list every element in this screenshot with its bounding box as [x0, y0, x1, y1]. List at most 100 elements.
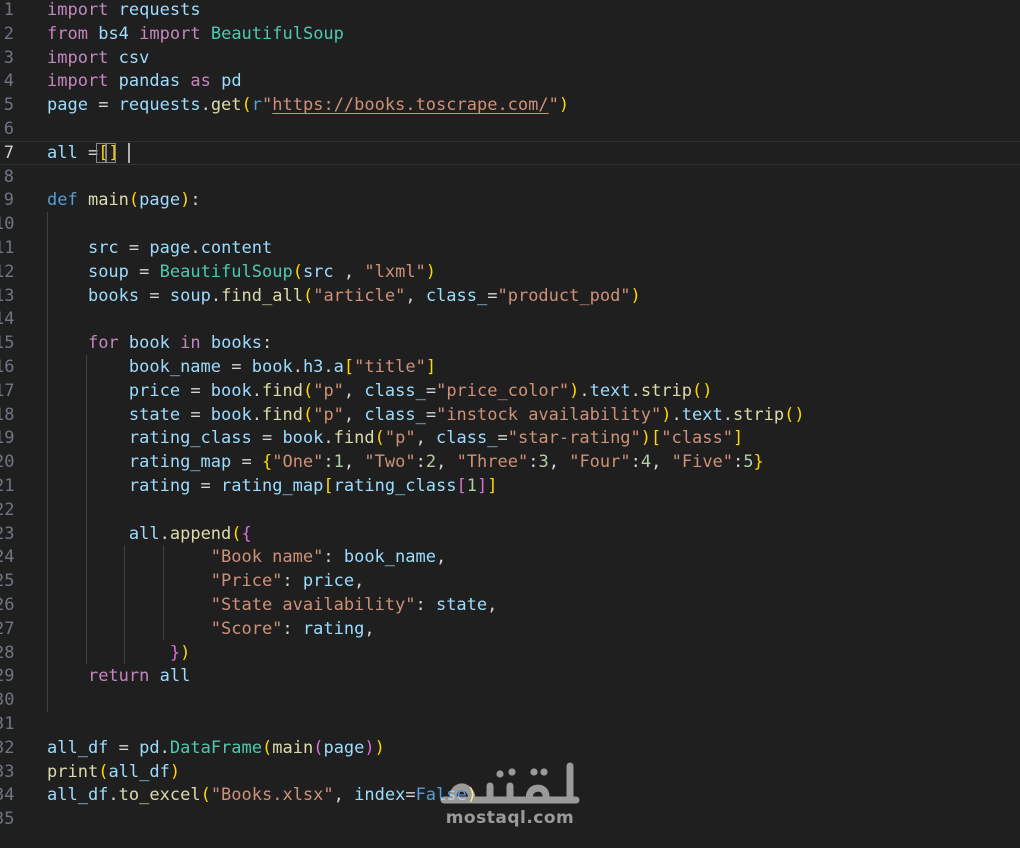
- code-token: BeautifulSoup: [210, 23, 344, 44]
- line-code: state = book.find("p", class_="instock a…: [47, 403, 805, 427]
- code-token: BeautifulSoup: [159, 261, 293, 282]
- code-line[interactable]: 1 import requests: [0, 0, 1020, 22]
- line-code: "Price": price,: [47, 569, 365, 593]
- code-token: r: [251, 95, 263, 116]
- line-code: all_df.to_excel("Books.xlsx", index=Fals…: [47, 783, 477, 807]
- code-token: find: [262, 404, 303, 425]
- code-token: ,: [548, 452, 570, 473]
- code-line[interactable]: 7 all =[]: [0, 141, 1020, 165]
- code-token: (): [692, 380, 713, 401]
- code-token: import: [47, 71, 109, 92]
- code-token: "p": [313, 404, 344, 425]
- line-number: 14: [0, 309, 15, 330]
- line-number: 15: [0, 333, 15, 354]
- code-token: }: [169, 642, 181, 663]
- code-line[interactable]: 31: [0, 712, 1020, 736]
- code-token: =: [180, 380, 211, 401]
- code-line[interactable]: 20 rating_map = {"One":1, "Two":2, "Thre…: [0, 450, 1020, 474]
- code-token: DataFrame: [169, 737, 262, 758]
- code-line[interactable]: 16 book_name = book.h3.a["title"]: [0, 355, 1020, 379]
- code-token: book_name: [128, 357, 222, 377]
- code-line[interactable]: 22: [0, 498, 1020, 522]
- line-number: 17: [0, 380, 15, 401]
- code-line[interactable]: 12 soup = BeautifulSoup(src , "lxml"): [0, 260, 1020, 284]
- code-line[interactable]: 18 state = book.find("p", class_="instoc…: [0, 403, 1020, 427]
- code-token: find: [262, 380, 303, 401]
- code-token: :: [282, 571, 303, 592]
- code-line[interactable]: 29 return all: [0, 664, 1020, 688]
- code-token: class_: [364, 380, 426, 401]
- code-line[interactable]: 5 page = requests.get(r"https://books.tos…: [0, 93, 1020, 117]
- code-token: .: [630, 380, 641, 401]
- line-code: price = book.find("p", class_="price_col…: [47, 379, 713, 403]
- code-line[interactable]: 15 for book in books:: [0, 331, 1020, 355]
- code-line[interactable]: 11 src = page.content: [0, 236, 1020, 260]
- code-token: .: [323, 428, 334, 449]
- line-number: 31: [0, 714, 15, 734]
- line-number: 4: [3, 71, 14, 92]
- line-number: 1: [3, 0, 14, 20]
- code-token: "One": [272, 452, 324, 473]
- code-token: .: [323, 357, 334, 377]
- code-line[interactable]: 30: [0, 688, 1020, 712]
- line-code: "State availability": state,: [47, 593, 498, 617]
- code-line[interactable]: 21 rating = rating_map[rating_class[1]]: [0, 474, 1020, 498]
- code-line[interactable]: 28 }): [0, 641, 1020, 665]
- code-line[interactable]: 9 def main(page):: [0, 188, 1020, 212]
- code-line[interactable]: 10: [0, 212, 1020, 236]
- code-token: all: [128, 523, 160, 544]
- code-line[interactable]: 17 price = book.find("p", class_="price_…: [0, 379, 1020, 403]
- code-token: (: [128, 190, 140, 211]
- code-token: index: [354, 785, 406, 806]
- code-token: =: [180, 404, 211, 425]
- code-token: as: [190, 71, 211, 92]
- code-token: "star-rating": [507, 428, 641, 449]
- code-token: rating_class: [128, 428, 252, 449]
- code-token: all_df: [108, 761, 170, 782]
- code-token: main: [87, 190, 129, 211]
- code-token: book: [210, 404, 252, 425]
- code-token: return: [87, 666, 150, 687]
- code-line[interactable]: 8: [0, 165, 1020, 189]
- code-line[interactable]: 13 books = soup.find_all("article", clas…: [0, 284, 1020, 308]
- code-token: (: [231, 523, 242, 544]
- line-code: print(all_df): [47, 760, 180, 784]
- code-token: price: [128, 380, 181, 401]
- line-code: for book in books:: [47, 331, 272, 355]
- code-token: .: [251, 380, 262, 401]
- code-token: (: [302, 380, 314, 401]
- code-token: ): [425, 261, 437, 282]
- code-token: .: [108, 785, 119, 806]
- code-line[interactable]: 26 "State availability": state,: [0, 593, 1020, 617]
- code-token: "Four": [569, 452, 631, 473]
- code-line[interactable]: 3 import csv: [0, 46, 1020, 70]
- code-token: .: [251, 404, 262, 425]
- code-token: :: [190, 190, 201, 211]
- line-code: src = page.content: [47, 236, 272, 260]
- code-line[interactable]: 23 all.append({: [0, 522, 1020, 546]
- code-line[interactable]: 25 "Price": price,: [0, 569, 1020, 593]
- line-code: import requests: [47, 0, 201, 22]
- code-line[interactable]: 2 from bs4 import BeautifulSoup: [0, 22, 1020, 46]
- code-line[interactable]: 6: [0, 117, 1020, 141]
- code-line[interactable]: 32all_df = pd.DataFrame(main(page)): [0, 736, 1020, 760]
- code-token: append: [169, 523, 232, 544]
- code-token: .: [200, 95, 211, 116]
- code-line[interactable]: 14: [0, 307, 1020, 331]
- code-line[interactable]: 27 "Score": rating,: [0, 617, 1020, 641]
- code-token: rating: [302, 618, 365, 639]
- code-token: books: [210, 333, 263, 354]
- code-line[interactable]: 24 "Book name": book_name,: [0, 545, 1020, 569]
- code-line[interactable]: 19 rating_class = book.find("p", class_=…: [0, 426, 1020, 450]
- code-line[interactable]: 4 import pandas as pd: [0, 69, 1020, 93]
- line-number: 27: [0, 618, 15, 639]
- code-token: text: [681, 404, 723, 425]
- code-editor[interactable]: 1 import requests 2 from bs4 import Beautif…: [0, 0, 1020, 848]
